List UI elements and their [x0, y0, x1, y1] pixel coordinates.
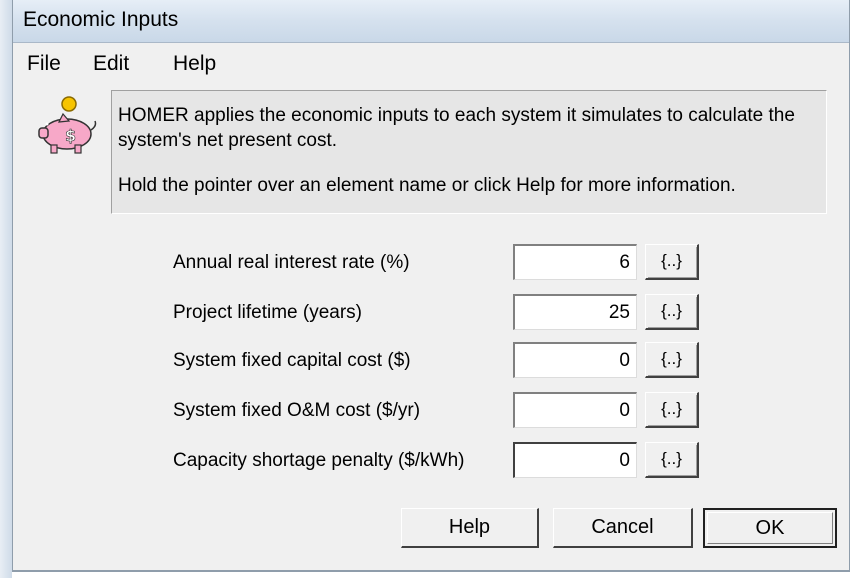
sensitivity-button-project-lifetime[interactable]: {..} [645, 294, 699, 330]
svg-text:$: $ [65, 126, 76, 145]
field-row-fixed-capital-cost: System fixed capital cost ($) {..} [13, 342, 849, 382]
sensitivity-label: {..} [661, 251, 682, 270]
input-project-lifetime[interactable] [513, 294, 637, 330]
input-system-fixed-capital-cost[interactable] [513, 342, 637, 378]
sensitivity-label: {..} [661, 349, 682, 368]
label-capacity-shortage-penalty: Capacity shortage penalty ($/kWh) [173, 450, 465, 471]
field-row-fixed-om-cost: System fixed O&M cost ($/yr) {..} [13, 392, 849, 432]
field-row-interest-rate: Annual real interest rate (%) {..} [13, 244, 849, 284]
label-annual-real-interest-rate: Annual real interest rate (%) [173, 252, 410, 273]
sensitivity-button-fixed-capital-cost[interactable]: {..} [645, 342, 699, 378]
input-system-fixed-om-cost[interactable] [513, 392, 637, 428]
label-system-fixed-om-cost: System fixed O&M cost ($/yr) [173, 400, 421, 421]
sensitivity-label: {..} [661, 399, 682, 418]
sensitivity-button-capacity-shortage-penalty[interactable]: {..} [645, 442, 699, 478]
info-help-hint: Hold the pointer over an element name or… [118, 175, 736, 196]
menu-file[interactable]: File [27, 52, 61, 76]
label-system-fixed-capital-cost: System fixed capital cost ($) [173, 350, 411, 371]
piggy-bank-icon: $ [35, 96, 105, 156]
label-project-lifetime: Project lifetime (years) [173, 302, 362, 323]
info-description: HOMER applies the economic inputs to eac… [118, 105, 795, 151]
ok-button[interactable]: OK [703, 508, 837, 548]
input-capacity-shortage-penalty[interactable] [513, 442, 637, 478]
menu-edit[interactable]: Edit [93, 52, 129, 76]
cancel-button[interactable]: Cancel [553, 508, 693, 548]
ok-button-label: OK [755, 517, 785, 539]
sensitivity-button-interest-rate[interactable]: {..} [645, 244, 699, 280]
sensitivity-label: {..} [661, 301, 682, 320]
help-button-label: Help [448, 516, 491, 538]
sensitivity-label: {..} [661, 449, 682, 468]
help-button[interactable]: Help [401, 508, 539, 548]
window-title: Economic Inputs [23, 8, 179, 31]
title-bar[interactable]: Economic Inputs [13, 0, 849, 43]
window-frame-left [0, 0, 12, 578]
economic-inputs-dialog: Economic Inputs File Edit Help $ HOMER a… [12, 0, 850, 572]
field-row-capacity-shortage-penalty: Capacity shortage penalty ($/kWh) {..} [13, 442, 849, 482]
sensitivity-button-fixed-om-cost[interactable]: {..} [645, 392, 699, 428]
field-row-project-lifetime: Project lifetime (years) {..} [13, 294, 849, 334]
menu-bar: File Edit Help [13, 48, 849, 82]
menu-help[interactable]: Help [173, 52, 216, 76]
info-panel: HOMER applies the economic inputs to eac… [111, 90, 827, 214]
input-annual-real-interest-rate[interactable] [513, 244, 637, 280]
cancel-button-label: Cancel [591, 516, 654, 538]
